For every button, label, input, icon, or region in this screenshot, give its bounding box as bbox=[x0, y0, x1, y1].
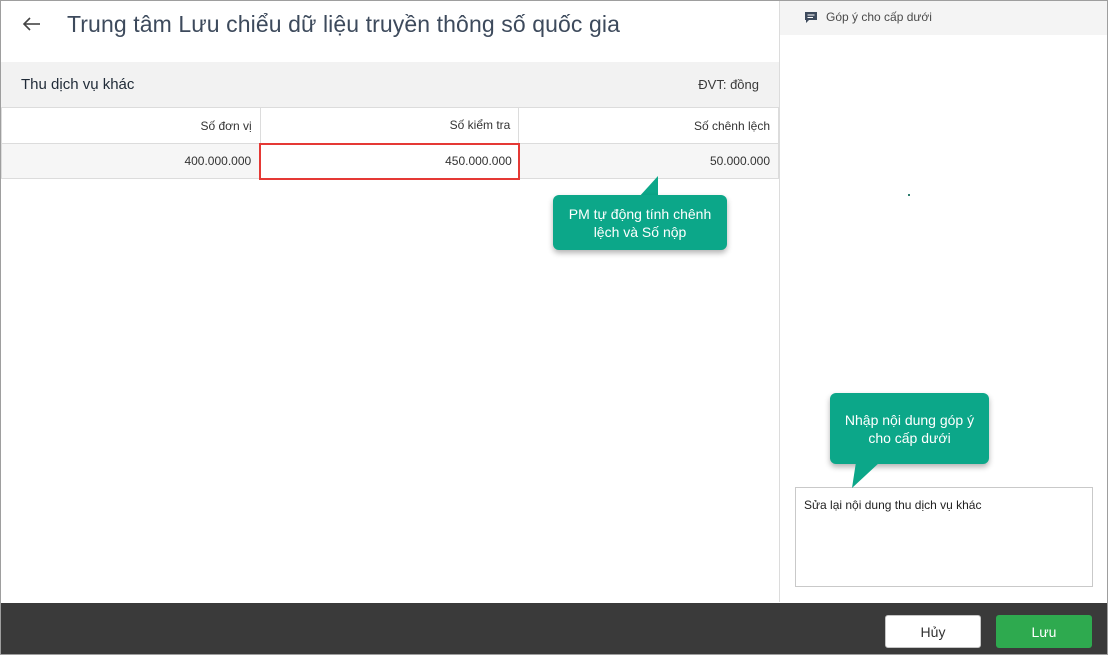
cell-difference: 50.000.000 bbox=[518, 143, 779, 179]
callout-enter-comment-tail bbox=[852, 462, 880, 488]
comment-icon bbox=[805, 12, 817, 23]
cell-check-amount-input[interactable]: 450.000.000 bbox=[259, 142, 520, 180]
main-content: Trung tâm Lưu chiểu dữ liệu truyền thông… bbox=[1, 1, 779, 602]
header: Trung tâm Lưu chiểu dữ liệu truyền thông… bbox=[1, 1, 779, 53]
comment-panel: Góp ý cho cấp dưới Sửa lại nội dung thu … bbox=[779, 1, 1107, 602]
section-title: Thu dịch vụ khác bbox=[21, 76, 135, 93]
back-arrow-icon[interactable] bbox=[19, 11, 45, 37]
column-header-check-amount: Số kiểm tra bbox=[259, 107, 520, 144]
column-header-difference: Số chênh lệch bbox=[518, 107, 779, 144]
callout-enter-comment: Nhập nội dung góp ý cho cấp dưới bbox=[830, 393, 989, 464]
cell-unit-amount: 400.000.000 bbox=[1, 143, 261, 179]
comment-panel-header: Góp ý cho cấp dưới bbox=[780, 1, 1107, 35]
comment-textarea[interactable]: Sửa lại nội dung thu dịch vụ khác bbox=[795, 487, 1093, 587]
column-header-unit-amount: Số đơn vị bbox=[1, 107, 261, 144]
unit-label: ĐVT: đồng bbox=[698, 77, 759, 92]
table-header-row: Số đơn vị Số kiểm tra Số chênh lệch bbox=[1, 107, 779, 144]
section-header: Thu dịch vụ khác ĐVT: đồng bbox=[1, 62, 779, 107]
save-button[interactable]: Lưu bbox=[996, 615, 1092, 648]
table-row: 400.000.000 450.000.000 50.000.000 bbox=[1, 142, 779, 180]
callout-auto-calc: PM tự động tính chênh lệch và Số nộp bbox=[553, 195, 727, 250]
footer-bar: Hủy Lưu bbox=[1, 603, 1107, 654]
page-title: Trung tâm Lưu chiểu dữ liệu truyền thông… bbox=[67, 11, 620, 37]
loading-dot bbox=[908, 194, 910, 196]
data-table: Số đơn vị Số kiểm tra Số chênh lệch 400.… bbox=[1, 107, 779, 180]
cancel-button[interactable]: Hủy bbox=[885, 615, 981, 648]
comment-panel-title: Góp ý cho cấp dưới bbox=[826, 10, 932, 24]
